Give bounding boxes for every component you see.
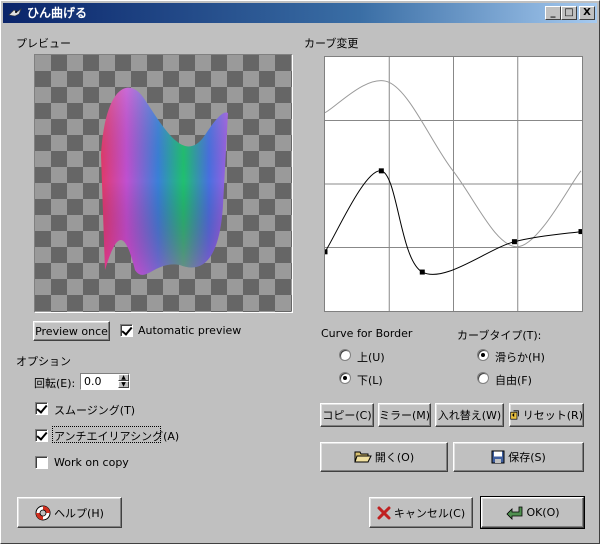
automatic-preview-checkbox[interactable] [120,324,133,337]
preview-area [34,54,293,313]
floppy-disk-icon [491,450,505,464]
help-label: ヘルプ(H) [54,506,104,520]
maximize-button[interactable]: □ [561,6,577,20]
folder-open-icon [354,451,372,463]
close-button[interactable]: X [579,6,595,20]
mirror-button[interactable]: ミラー(M) [378,403,431,427]
type-free-label: 自由(F) [495,374,532,387]
reset-icon [510,410,519,420]
border-lower-radio[interactable] [339,372,351,384]
type-smooth-radio[interactable] [477,349,489,361]
rotate-label: 回転(E): [34,377,76,390]
curve-type-label: カーブタイプ(T): [457,329,542,342]
title-bar[interactable]: ひん曲げる _ □ X [3,3,597,23]
reset-label: リセット(R) [522,409,583,422]
curve-heading: カーブ変更 [304,37,359,50]
curve-canvas[interactable] [322,57,584,311]
cancel-button[interactable]: キャンセル(C) [369,497,473,528]
cancel-label: キャンセル(C) [393,506,466,520]
preview-heading: プレビュー [16,37,71,50]
curve-border-label: Curve for Border [321,327,413,340]
curve-bend-dialog: ひん曲げる _ □ X プレビュー Preview once Automatic… [0,0,600,544]
work-on-copy-label: Work on copy [54,456,129,469]
swap-button[interactable]: 入れ替え(W) [435,403,504,427]
type-smooth-label: 滑らか(H) [495,351,545,364]
minimize-button[interactable]: _ [545,6,561,20]
open-label: 開く(O) [374,451,415,464]
ok-label: OK(O) [526,506,560,519]
ok-button[interactable]: OK(O) [480,496,585,529]
border-lower-label: 下(L) [357,374,383,387]
curve-control-point[interactable] [578,229,584,235]
antialias-label: アンチエイリアシング(A) [54,430,180,443]
preview-once-button[interactable]: Preview once [33,321,110,341]
border-upper-label: 上(U) [357,351,385,364]
curve-control-point[interactable] [511,239,517,245]
curve-control-point[interactable] [322,249,328,255]
window-title: ひん曲げる [27,6,88,20]
type-free-radio[interactable] [477,372,489,384]
rotate-spinbox[interactable]: ▲ ▼ [80,373,130,390]
options-heading: オプション [16,355,71,368]
save-label: 保存(S) [508,451,546,464]
antialias-checkbox[interactable] [35,429,48,442]
copy-button[interactable]: コピー(C) [320,403,374,427]
border-upper-radio[interactable] [339,349,351,361]
open-button[interactable]: 開く(O) [320,442,448,472]
ok-arrow-icon [506,506,523,520]
gimp-icon [8,8,22,17]
spin-up-icon[interactable]: ▲ [118,374,129,381]
reset-button[interactable]: リセット(R) [509,403,584,427]
rotate-input[interactable] [82,374,118,389]
smoothing-label: スムージング(T) [54,404,136,417]
preview-image [101,87,228,275]
help-button[interactable]: ヘルプ(H) [17,497,122,528]
work-on-copy-checkbox[interactable] [35,456,48,469]
curve-control-point[interactable] [419,269,425,275]
curve-control-point[interactable] [378,168,384,174]
automatic-preview-label: Automatic preview [138,324,242,337]
cancel-x-icon [377,506,391,519]
lifebuoy-icon [35,505,51,520]
spin-down-icon[interactable]: ▼ [118,381,129,388]
save-button[interactable]: 保存(S) [453,442,584,472]
curve-editor[interactable] [322,56,584,312]
smoothing-checkbox[interactable] [35,402,48,415]
